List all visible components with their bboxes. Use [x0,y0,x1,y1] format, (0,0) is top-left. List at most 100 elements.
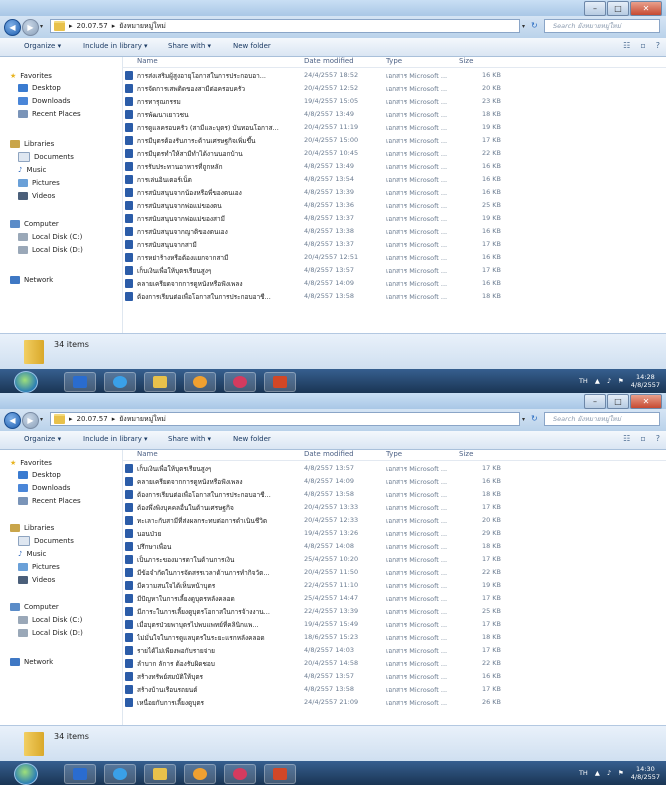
include-in-library-menu[interactable]: Include in library ▾ [83,42,148,50]
nav-network[interactable]: Network [10,274,53,285]
include-in-library-menu[interactable]: Include in library ▾ [83,435,148,443]
file-row[interactable]: การมีบุตรต้องรับภาระด้านเศรษฐกิจเพิ่มขึ้… [123,134,666,147]
column-header-name[interactable]: Name [137,450,158,460]
nav-favorites[interactable]: ★ Favorites [10,70,52,81]
refresh-icon[interactable]: ↻ [531,21,538,30]
address-bar[interactable]: ▸ 20.07.57 ▸ ยังหมายหมู่ใหม่ [50,412,520,426]
file-row[interactable]: คลายเครียดจากการดูหนังหรือฟังเพลง 4/8/255… [123,475,666,488]
file-row[interactable]: มีข้อจำกัดในการจัดสรรเวลาด้านการทำกิจวัต… [123,566,666,579]
search-input[interactable]: Search ยังหมายหมู่ใหม่ [544,19,660,33]
taskbar-app-4[interactable] [184,372,216,392]
taskbar-explorer[interactable] [144,372,176,392]
file-row[interactable]: คลายเครียดจากการดูหนังหรือฟังเพลง 4/8/255… [123,277,666,290]
taskbar-internet-explorer[interactable] [104,372,136,392]
nav-favorites[interactable]: ★ Favorites [10,457,52,468]
organize-menu[interactable]: Organize ▾ [24,435,61,443]
taskbar-powerpoint[interactable] [264,372,296,392]
nav-local-disk-d[interactable]: Local Disk (D:) [18,244,83,255]
file-row[interactable]: การส่งเสริมผู้สูงอายุโอกาสในการประกอบอา.… [123,69,666,82]
flag-icon[interactable]: ⚑ [618,377,624,385]
maximize-button[interactable]: □ [607,1,629,16]
share-with-menu[interactable]: Share with ▾ [168,42,211,50]
column-header-size[interactable]: Size [459,450,473,460]
file-row[interactable]: รายได้ไม่เพียงพอกับรายจ่าย 4/8/2557 14:03… [123,644,666,657]
nav-downloads[interactable]: Downloads [18,482,70,493]
clock[interactable]: 14:30 4/8/2557 [631,765,660,781]
breadcrumb-folder-1[interactable]: 20.07.57 [77,415,108,423]
file-row[interactable]: ไม่มั่นใจในการดูแลบุตรในระยะแรกหลังคลอด 1… [123,631,666,644]
file-row[interactable]: เหนื่อยกับการเลี้ยงดูบุตร 24/4/2557 21:09… [123,696,666,709]
file-row[interactable]: มีความสนใจได้เห็นหน้าบุตร 22/4/2557 11:10… [123,579,666,592]
file-row[interactable]: ต้องพึ่งพิงบุคคลอื่นในด้านเศรษฐกิจ 20/4/2… [123,501,666,514]
clock[interactable]: 14:28 4/8/2557 [631,373,660,389]
back-button[interactable]: ◀ [4,412,21,429]
nav-local-disk-d[interactable]: Local Disk (D:) [18,627,83,638]
taskbar-app-4[interactable] [184,764,216,784]
nav-computer[interactable]: Computer [10,601,59,612]
file-row[interactable]: การทารุณกรรม 19/4/2557 15:05 เอกสาร Micros… [123,95,666,108]
address-dropdown[interactable]: ▾ [522,416,525,423]
taskbar-app-5[interactable] [224,372,256,392]
nav-music[interactable]: ♪ Music [18,548,46,559]
file-row[interactable]: การพัฒนาเยาวชน 4/8/2557 13:49 เอกสาร Micro… [123,108,666,121]
address-bar[interactable]: ▸ 20.07.57 ▸ ยังหมายหมู่ใหม่ [50,19,520,33]
close-button[interactable]: ✕ [630,1,662,16]
back-button[interactable]: ◀ [4,19,21,36]
breadcrumb-folder-2[interactable]: ยังหมายหมู่ใหม่ [119,21,166,32]
organize-menu[interactable]: Organize ▾ [24,42,61,50]
file-row[interactable]: เมื่อบุตรป่วยพาบุตรไปพบแพทย์ที่คลินิกแพ.… [123,618,666,631]
volume-icon[interactable]: ♪ [607,377,611,385]
taskbar-media-player[interactable] [64,764,96,784]
column-header-name[interactable]: Name [137,57,158,67]
taskbar-media-player[interactable] [64,372,96,392]
taskbar-app-5[interactable] [224,764,256,784]
search-input[interactable]: Search ยังหมายหมู่ใหม่ [544,412,660,426]
column-header-date[interactable]: Date modified [304,57,354,67]
nav-documents[interactable]: Documents [18,151,74,162]
file-row[interactable]: เก็บเงินเพื่อให้บุตรเรียนสูงๆ 4/8/2557 13… [123,264,666,277]
nav-computer[interactable]: Computer [10,218,59,229]
taskbar-explorer[interactable] [144,764,176,784]
column-header-type[interactable]: Type [386,450,402,460]
nav-network[interactable]: Network [10,656,53,667]
new-folder-button[interactable]: New folder [233,435,271,443]
file-row[interactable]: ลำบาก ลัการ ต้องรับผิดชอบ 20/4/2557 14:58… [123,657,666,670]
column-header-type[interactable]: Type [386,57,402,67]
language-indicator[interactable]: TH [579,769,588,777]
view-options-icon[interactable]: ☷ [623,41,630,50]
nav-pictures[interactable]: Pictures [18,177,60,188]
nav-local-disk-c[interactable]: Local Disk (C:) [18,614,82,625]
view-options-icon[interactable]: ☷ [623,434,630,443]
nav-libraries[interactable]: Libraries [10,522,54,533]
language-indicator[interactable]: TH [579,377,588,385]
file-row[interactable]: การสนับสนุนจากพ่อแม่ของตน 4/8/2557 13:36 เ… [123,199,666,212]
nav-videos[interactable]: Videos [18,190,55,201]
file-row[interactable]: สร้างบ้านเรือนรถยนต์ 4/8/2557 13:58 เอกสาร… [123,683,666,696]
nav-pictures[interactable]: Pictures [18,561,60,572]
maximize-button[interactable]: □ [607,394,629,409]
network-tray-icon[interactable]: ▲ [595,377,600,385]
file-row[interactable]: การสนับสนุนจากพ่อแม่ของสามี 4/8/2557 13:3… [123,212,666,225]
breadcrumb-folder-2[interactable]: ยังหมายหมู่ใหม่ [119,414,166,425]
minimize-button[interactable]: – [584,394,606,409]
column-header-date[interactable]: Date modified [304,450,354,460]
new-folder-button[interactable]: New folder [233,42,271,50]
file-row[interactable]: การสนับสนุนจากน้องหรือพี่ของตนเอง 4/8/255… [123,186,666,199]
file-row[interactable]: การมีบุตรทำให้สามีทำได้งานนอกบ้าน 20/4/25… [123,147,666,160]
start-button[interactable] [14,763,38,785]
forward-button[interactable]: ▶ [22,19,39,36]
share-with-menu[interactable]: Share with ▾ [168,435,211,443]
minimize-button[interactable]: – [584,1,606,16]
file-row[interactable]: การสนับสนุนจากญาติของตนเอง 4/8/2557 13:38… [123,225,666,238]
file-row[interactable]: การเล่นอินเตอร์เน็ต 4/8/2557 13:54 เอกสาร … [123,173,666,186]
nav-libraries[interactable]: Libraries [10,138,54,149]
volume-icon[interactable]: ♪ [607,769,611,777]
file-row[interactable]: ต้องการเรียนต่อเพื่อโอกาสในการประกอบอาชี… [123,488,666,501]
file-row[interactable]: การสนับสนุนจากสามี 4/8/2557 13:37 เอกสาร M… [123,238,666,251]
file-row[interactable]: มีภาระในการเลี้ยงดูบุตรโอกาสในการจ้างงาน… [123,605,666,618]
nav-documents[interactable]: Documents [18,535,74,546]
address-dropdown[interactable]: ▾ [522,23,525,30]
file-row[interactable]: การดูแลครอบครัว (สามีและบุตร) บันทอนโอกา… [123,121,666,134]
preview-pane-icon[interactable]: ▫ [640,434,645,443]
file-row[interactable]: เก็บเงินเพื่อให้บุตรเรียนสูงๆ 4/8/2557 13… [123,462,666,475]
